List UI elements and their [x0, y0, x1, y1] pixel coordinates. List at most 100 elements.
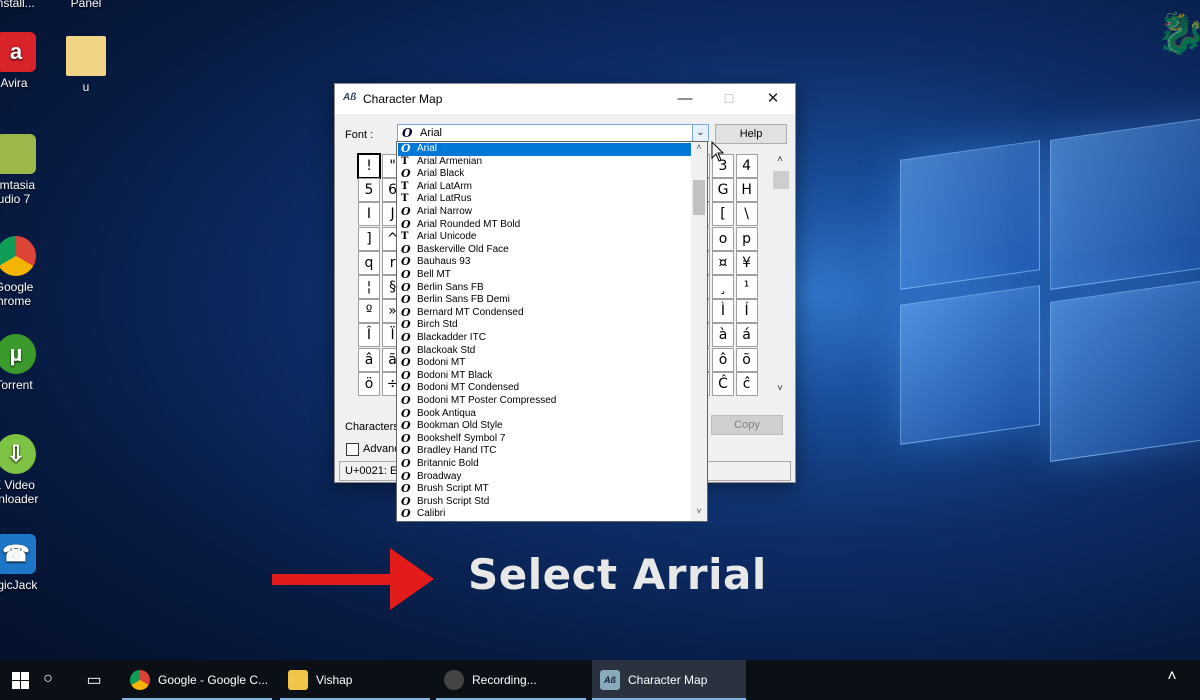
desktop-icon-chrome[interactable]: Google hrome [0, 236, 54, 308]
copy-button[interactable]: Copy [711, 415, 783, 435]
char-cell[interactable]: ¤ [712, 250, 734, 275]
font-list-item[interactable]: O Berlin Sans FB Demi [398, 294, 692, 307]
char-cell[interactable]: Î [358, 323, 380, 348]
char-cell[interactable]: ! [357, 153, 381, 179]
grid-scrollbar[interactable]: ˄ ˅ [771, 154, 789, 399]
char-cell[interactable]: G [712, 178, 734, 203]
font-list-item[interactable]: O Brush Script Std [398, 495, 692, 509]
font-dropdown-list[interactable]: O Arial T Arial Armenian O Arial Black T Arial … [396, 141, 708, 522]
char-cell[interactable]: q [358, 250, 380, 275]
char-cell[interactable]: á [735, 323, 758, 348]
task-view-button[interactable]: ▭ [82, 670, 106, 690]
scroll-up-icon[interactable]: ˄ [691, 142, 707, 156]
scroll-thumb[interactable] [773, 171, 789, 189]
font-list-item[interactable]: O Blackoak Std [398, 344, 692, 358]
char-cell[interactable]: o [712, 226, 734, 251]
desktop-icon-utorrent[interactable]: µ Torrent [0, 334, 54, 392]
maximize-button[interactable]: ☐ [707, 84, 751, 114]
font-list-item-label: Broadway [417, 470, 462, 482]
start-button[interactable] [12, 672, 29, 689]
char-cell[interactable]: Ĉ [712, 371, 734, 396]
desktop-icon-control-panel[interactable]: Panel [46, 0, 126, 10]
font-list-item[interactable]: T Arial LatArm [398, 181, 692, 194]
taskbar-app-vishap[interactable]: Vishap [280, 660, 430, 700]
scroll-down-icon[interactable]: ˅ [771, 383, 789, 397]
font-list-item[interactable]: T Arial Unicode [398, 231, 692, 244]
desktop-icon-label: agicJack [0, 578, 38, 592]
font-list-item[interactable]: O Arial Black [398, 168, 692, 181]
char-cell[interactable]: Í [735, 299, 758, 324]
char-cell[interactable]: 5 [358, 178, 380, 203]
font-list-item[interactable]: O Bodoni MT Poster Compressed [398, 394, 692, 408]
scroll-down-icon[interactable]: ˅ [691, 506, 707, 520]
font-list-item[interactable]: O Book Antiqua [398, 407, 692, 421]
font-list-scrollbar[interactable]: ˄ ˅ [691, 142, 707, 521]
font-list-item[interactable]: O Bell MT [398, 268, 692, 282]
font-list-item[interactable]: T Arial LatRus [398, 193, 692, 206]
font-list-item[interactable]: O Birch Std [398, 319, 692, 332]
system-tray-chevron-icon[interactable]: ˄ [1160, 668, 1184, 686]
desktop-icon-folder-u[interactable]: u [46, 36, 126, 94]
mouse-pointer-icon [711, 141, 725, 162]
font-list-item[interactable]: O Bodoni MT Black [398, 369, 692, 383]
char-cell[interactable]: 4 [735, 154, 758, 178]
font-list-item[interactable]: O Bookman Old Style [398, 420, 692, 433]
scroll-up-icon[interactable]: ˄ [771, 154, 789, 168]
help-button[interactable]: Help [715, 124, 787, 144]
font-list-item[interactable]: T Arial Armenian [398, 156, 692, 169]
font-list-item[interactable]: O Arial Narrow [398, 205, 692, 219]
char-cell[interactable]: ö [358, 371, 380, 396]
minimize-button[interactable]: — [663, 84, 707, 114]
char-cell[interactable]: p [735, 226, 758, 251]
font-list-item[interactable]: O Bodoni MT Condensed [398, 382, 692, 395]
font-list-item[interactable]: O Bodoni MT [398, 357, 692, 370]
taskbar-app-recording[interactable]: Recording... [436, 660, 586, 700]
font-list-item[interactable]: O Bernard MT Condensed [398, 306, 692, 320]
search-button[interactable]: ○ [36, 670, 60, 688]
font-list-item[interactable]: O Britannic Bold [398, 457, 692, 471]
char-cell[interactable]: [ [712, 202, 734, 227]
char-cell[interactable]: ¸ [712, 275, 734, 299]
font-list-item[interactable]: O Bauhaus 93 [398, 256, 692, 269]
font-list-item[interactable]: O Calibri [398, 508, 692, 521]
close-button[interactable]: ✕ [751, 84, 795, 114]
advanced-view-checkbox[interactable] [346, 443, 359, 456]
char-cell[interactable]: Ì [712, 299, 734, 324]
font-list-item[interactable]: O Blackadder ITC [398, 331, 692, 345]
char-cell[interactable]: ] [358, 226, 380, 251]
font-select-value: Arial [420, 127, 443, 139]
char-cell[interactable]: ¥ [735, 250, 758, 275]
char-cell[interactable]: H [735, 178, 758, 203]
scroll-thumb[interactable] [693, 180, 705, 215]
font-list-item[interactable]: O Broadway [398, 470, 692, 484]
folder-icon [66, 36, 106, 76]
font-list-item[interactable]: O Arial [398, 142, 692, 156]
font-list-item[interactable]: O Bookshelf Symbol 7 [398, 432, 692, 446]
font-list-item[interactable]: O Berlin Sans FB [398, 281, 692, 295]
chevron-down-icon[interactable]: ⌄ [692, 125, 708, 141]
font-list-item[interactable]: O Arial Rounded MT Bold [398, 218, 692, 232]
font-list-item[interactable]: O Baskerville Old Face [398, 243, 692, 257]
font-list-item-label: Bodoni MT Black [417, 369, 493, 381]
desktop-icon-label: Google hrome [0, 280, 34, 308]
char-cell[interactable]: \ [735, 202, 758, 227]
char-cell[interactable]: ĉ [735, 371, 758, 396]
taskbar-app-chrome[interactable]: Google - Google C... [122, 660, 272, 700]
font-list-item[interactable]: O Brush Script MT [398, 483, 692, 496]
title-bar[interactable]: Aß Character Map — ☐ ✕ [335, 84, 795, 114]
char-cell[interactable]: õ [735, 347, 758, 372]
char-cell[interactable]: à [712, 323, 734, 348]
desktop-icon-camtasia[interactable]: amtasia udio 7 [0, 134, 54, 206]
opentype-font-icon: O [401, 457, 411, 470]
char-cell[interactable]: I [358, 202, 380, 227]
font-list-item[interactable]: O Bradley Hand ITC [398, 445, 692, 458]
font-select[interactable]: O Arial ⌄ [397, 124, 709, 142]
desktop-icon-magicjack[interactable]: ☎ agicJack [0, 534, 54, 592]
desktop-icon-video-downloader[interactable]: ⇩ K Video wnloader [0, 434, 54, 506]
char-cell[interactable]: º [358, 299, 380, 324]
char-cell[interactable]: ô [712, 347, 734, 372]
char-cell[interactable]: â [358, 347, 380, 372]
taskbar-app-character-map[interactable]: Aß Character Map [592, 660, 746, 700]
char-cell[interactable]: ¦ [358, 275, 380, 299]
char-cell[interactable]: ¹ [735, 275, 758, 299]
